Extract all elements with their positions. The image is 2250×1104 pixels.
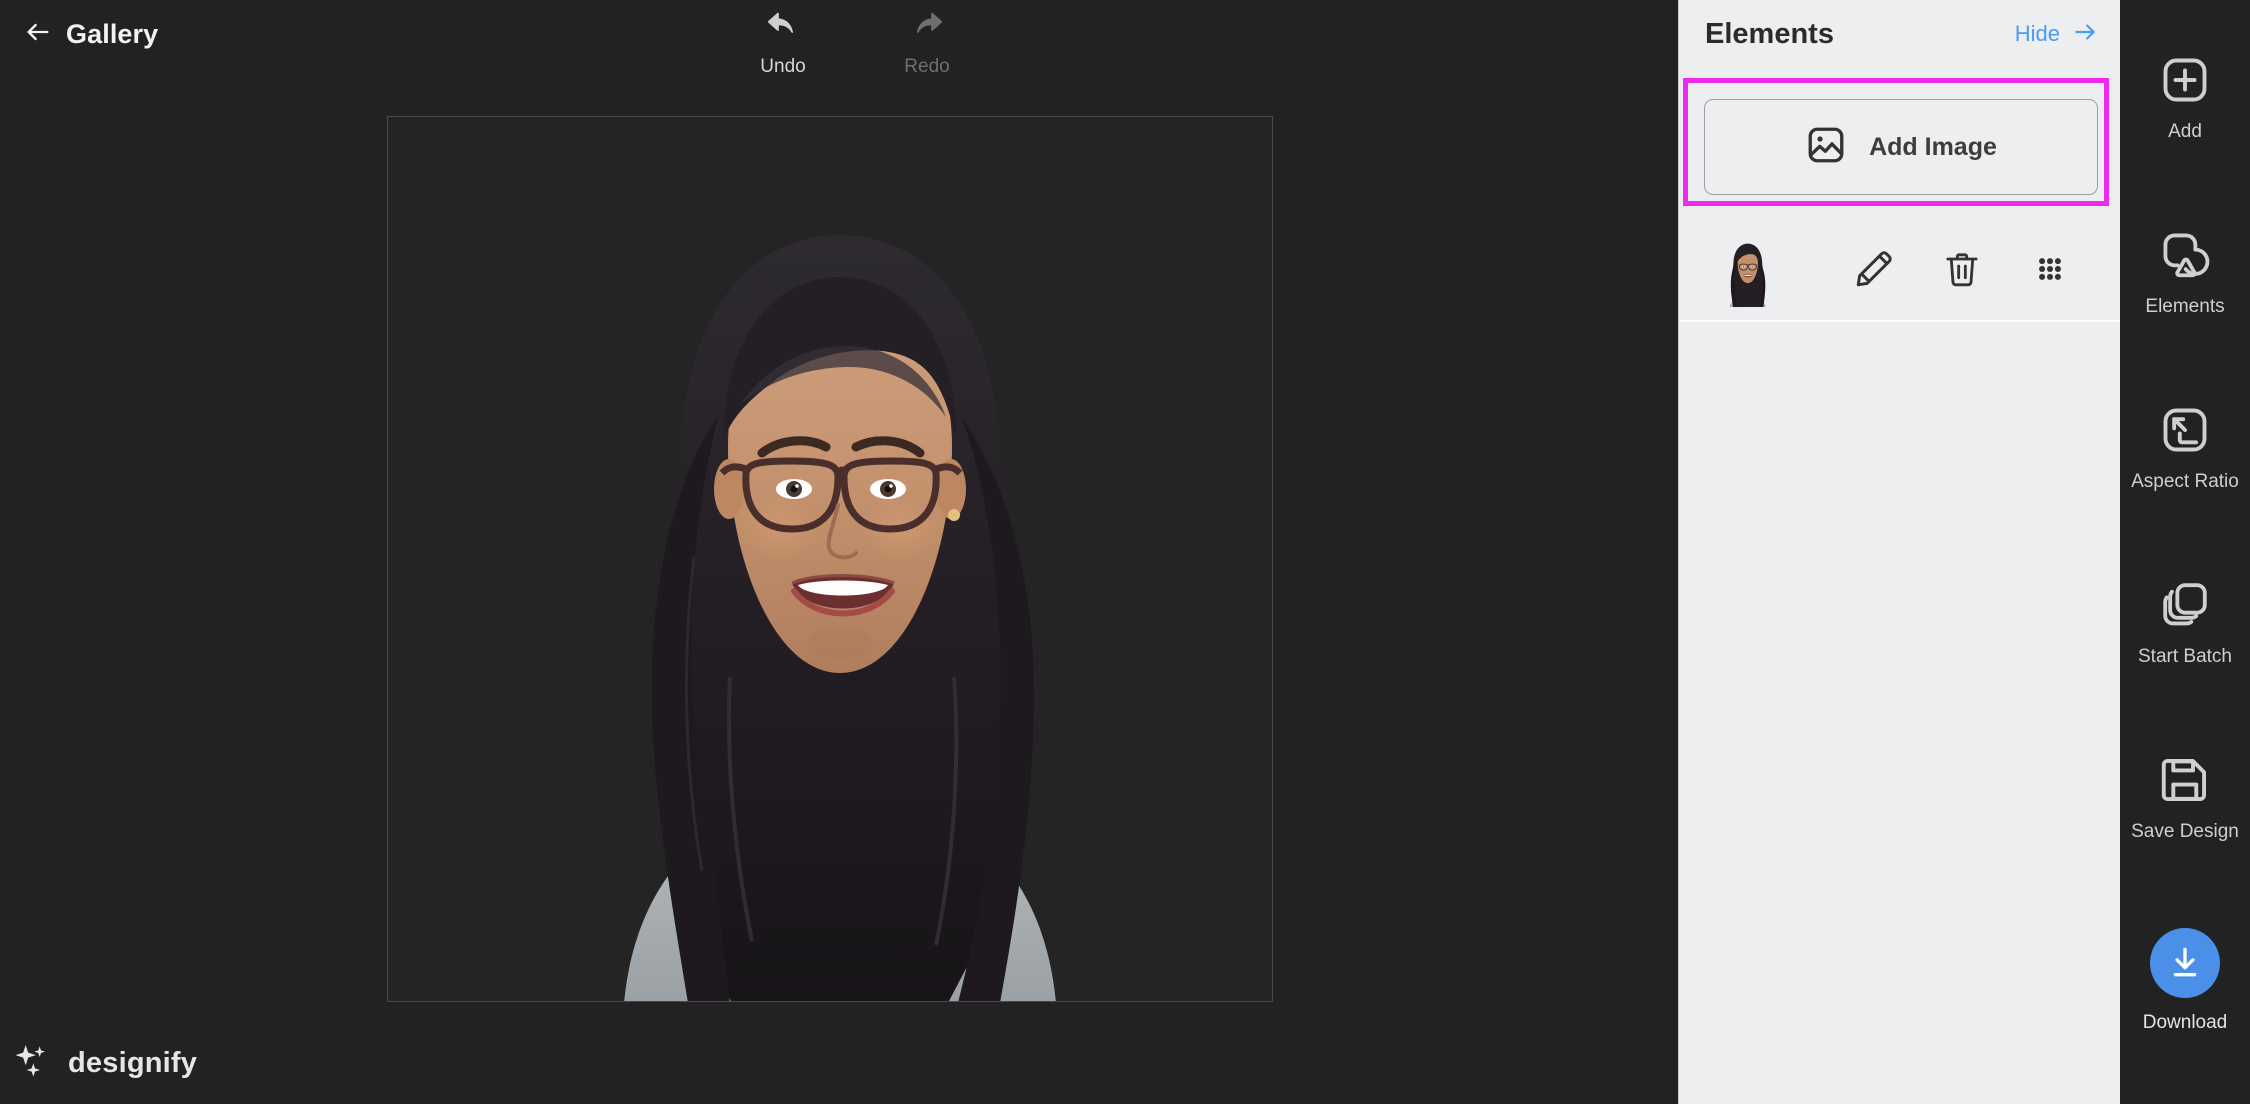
page-title: Elements [1705,17,1834,50]
canvas-portrait-image[interactable] [388,117,1273,1002]
elements-panel-header: Elements Hide [1679,0,2120,68]
reorder-element-handle[interactable] [2015,236,2085,306]
undo-arrow-icon [763,6,803,50]
tool-rail: Add Elements Aspect Ratio Start Batch Sa… [2120,0,2250,1104]
image-icon [1805,124,1847,171]
back-to-gallery-button[interactable]: Gallery [12,12,170,57]
download-arrow-icon [2150,928,2220,998]
rail-item-add[interactable]: Add [2120,52,2250,227]
history-controls: Undo Redo [735,6,975,76]
designify-logo: designify [12,1041,197,1086]
design-canvas[interactable] [387,116,1273,1002]
designify-editor-window: Gallery Undo Redo designify Elements Hid… [0,0,2250,1104]
add-image-label: Add Image [1869,132,1997,161]
add-image-button[interactable]: Add Image [1704,99,2098,195]
plus-square-icon [2159,52,2211,108]
redo-label: Redo [904,56,950,77]
hide-panel-button[interactable]: Hide [2015,19,2098,50]
rail-label-add: Add [2168,121,2202,142]
element-list-item [1679,222,2120,320]
rail-label-elements: Elements [2145,296,2225,317]
undo-button[interactable]: Undo [735,6,831,76]
hide-panel-label: Hide [2014,21,2060,46]
sparkles-icon [12,1041,52,1086]
editor-area: Gallery Undo Redo designify [0,0,1678,1104]
rail-item-aspect-ratio[interactable]: Aspect Ratio [2120,402,2250,577]
brand-name: designify [68,1047,198,1079]
rail-label-download: Download [2142,1012,2228,1033]
trash-icon [1942,249,1982,294]
elements-panel: Elements Hide Add Image [1678,0,2120,1104]
thumbnail-portrait-image [1711,235,1783,307]
edit-element-button[interactable] [1839,236,1909,306]
gallery-label: Gallery [66,19,159,49]
floppy-disk-icon [2159,752,2211,808]
redo-arrow-icon [907,6,947,50]
pencil-icon [1853,248,1895,295]
element-row-divider [1679,320,2120,322]
rail-item-save-design[interactable]: Save Design [2120,752,2250,927]
rail-label-start-batch: Start Batch [2138,646,2232,667]
arrow-left-icon [24,18,52,51]
rail-item-elements[interactable]: Elements [2120,227,2250,402]
add-image-highlight-box: Add Image [1683,78,2109,206]
aspect-ratio-icon [2159,402,2211,458]
arrow-right-icon [2072,19,2098,50]
undo-label: Undo [760,56,806,77]
element-thumbnail[interactable] [1711,235,1783,307]
rail-label-save-design: Save Design [2131,821,2239,842]
top-toolbar: Gallery Undo Redo [0,0,1678,95]
rail-item-start-batch[interactable]: Start Batch [2120,577,2250,752]
redo-button[interactable]: Redo [879,6,975,76]
shapes-icon [2158,227,2212,283]
rail-label-aspect-ratio: Aspect Ratio [2131,471,2239,492]
rail-item-download[interactable]: Download [2120,927,2250,1102]
stack-icon [2158,577,2212,633]
download-button[interactable] [2150,927,2220,999]
drag-dots-icon [2031,250,2069,293]
delete-element-button[interactable] [1927,236,1997,306]
